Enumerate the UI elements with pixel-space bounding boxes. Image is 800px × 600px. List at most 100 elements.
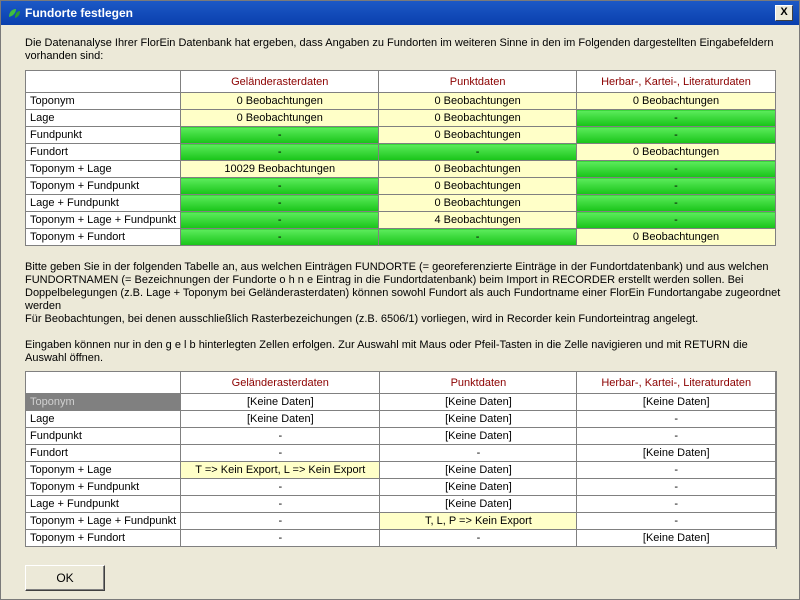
data-cell: - <box>180 211 380 229</box>
row-label[interactable]: Toponym + Fundort <box>24 529 182 547</box>
data-cell[interactable]: - <box>180 512 381 530</box>
data-cell[interactable]: - <box>180 427 381 445</box>
table-row: Lage + Fundpunkt -0 Beobachtungen - <box>24 194 777 212</box>
editable-cell[interactable]: T, L, P => Kein Export <box>379 512 578 530</box>
data-cell: 10029 Beobachtungen <box>180 160 380 178</box>
data-cell[interactable]: - <box>379 529 578 547</box>
window-title: Fundorte festlegen <box>25 6 134 20</box>
data-cell[interactable]: [Keine Daten] <box>379 461 578 479</box>
instruction-yellow-cells: Eingaben können nur in den g e l b hinte… <box>25 339 748 364</box>
column-header: Herbar-, Kartei-, Literaturdaten <box>576 371 776 394</box>
data-cell: - <box>575 126 777 144</box>
data-cell[interactable]: [Keine Daten] <box>576 444 776 462</box>
row-label: Toponym + Fundort <box>24 228 182 246</box>
data-cell[interactable]: - <box>576 461 776 479</box>
data-cell: 4 Beobachtungen <box>378 211 577 229</box>
table-row[interactable]: Toponym + Lage T => Kein Export, L => Kei… <box>24 461 776 479</box>
row-label: Toponym <box>24 92 182 110</box>
data-cell[interactable]: - <box>576 478 776 496</box>
data-cell[interactable]: - <box>180 495 381 513</box>
data-cell[interactable]: - <box>379 444 578 462</box>
column-header: Geländerasterdaten <box>180 70 380 93</box>
data-cell[interactable]: - <box>576 512 776 530</box>
table-row[interactable]: Toponym + Fundpunkt - [Keine Daten] - <box>24 478 776 496</box>
data-cell[interactable]: [Keine Daten] <box>379 478 578 496</box>
data-cell[interactable]: [Keine Daten] <box>379 393 578 411</box>
data-cell: 0 Beobachtungen <box>180 92 380 110</box>
intro-text: Die Datenanalyse Ihrer FlorEin Datenbank… <box>25 37 774 62</box>
data-cell[interactable]: - <box>576 427 776 445</box>
data-cell[interactable]: [Keine Daten] <box>379 495 578 513</box>
table-row[interactable]: Fundort - - [Keine Daten] <box>24 444 776 462</box>
row-label[interactable]: Lage <box>24 410 182 428</box>
data-cell[interactable]: [Keine Daten] <box>379 427 578 445</box>
table-row[interactable]: Lage + Fundpunkt - [Keine Daten] - <box>24 495 776 513</box>
table-row[interactable]: Toponym + Lage + Fundpunkt - T, L, P => Ke… <box>24 512 776 530</box>
title-bar: Fundorte festlegen X <box>1 1 799 25</box>
header-corner <box>24 70 182 93</box>
row-label: Fundpunkt <box>24 126 182 144</box>
table-row[interactable]: Lage [Keine Daten] [Keine Daten] - <box>24 410 776 428</box>
row-label[interactable]: Toponym <box>24 393 182 411</box>
data-cell[interactable]: - <box>180 529 381 547</box>
column-header: Punktdaten <box>378 70 577 93</box>
data-cell: 0 Beobachtungen <box>378 109 577 127</box>
close-button[interactable]: X <box>775 5 793 21</box>
row-label[interactable]: Lage + Fundpunkt <box>24 495 182 513</box>
analysis-table: Geländerasterdaten Punktdaten Herbar-, Kar… <box>24 70 777 246</box>
table-scrollbar[interactable] <box>776 371 786 549</box>
header-row: Geländerasterdaten Punktdaten Herbar-, Kar… <box>24 371 776 394</box>
table-row[interactable]: Fundpunkt - [Keine Daten] - <box>24 427 776 445</box>
data-cell: - <box>180 143 380 161</box>
data-cell[interactable]: [Keine Daten] <box>180 393 381 411</box>
data-cell[interactable]: [Keine Daten] <box>379 410 578 428</box>
table-row: Toponym + Lage 10029 Beobachtungen 0 Beoba… <box>24 160 777 178</box>
table-row: Fundort - -0 Beobachtungen <box>24 143 777 161</box>
data-cell: - <box>575 211 777 229</box>
table-row: Toponym + Fundpunkt -0 Beobachtungen - <box>24 177 777 195</box>
row-label: Toponym + Fundpunkt <box>24 177 182 195</box>
row-label[interactable]: Fundpunkt <box>24 427 182 445</box>
table-row[interactable]: Toponym + Fundort - - [Keine Daten] <box>24 529 776 547</box>
table-row[interactable]: Toponym [Keine Daten] [Keine Daten] [Keine … <box>24 393 776 411</box>
data-cell[interactable]: - <box>180 444 381 462</box>
row-label[interactable]: Toponym + Lage + Fundpunkt <box>24 512 182 530</box>
header-row: Geländerasterdaten Punktdaten Herbar-, Kar… <box>24 70 777 93</box>
data-cell: - <box>180 228 380 246</box>
data-cell: 0 Beobachtungen <box>378 194 577 212</box>
data-cell[interactable]: - <box>180 478 381 496</box>
row-label[interactable]: Toponym + Fundpunkt <box>24 478 182 496</box>
table-row: Toponym + Fundort - -0 Beobachtungen <box>24 228 777 246</box>
data-cell: - <box>575 160 777 178</box>
table-row: Toponym + Lage + Fundpunkt -4 Beobachtung… <box>24 211 777 229</box>
data-cell[interactable]: [Keine Daten] <box>576 393 776 411</box>
data-cell[interactable]: - <box>576 410 776 428</box>
row-label: Lage <box>24 109 182 127</box>
ok-button[interactable]: OK <box>25 565 105 591</box>
row-label[interactable]: Fundort <box>24 444 182 462</box>
data-cell[interactable]: [Keine Daten] <box>180 410 381 428</box>
editable-cell[interactable]: T => Kein Export, L => Kein Export <box>180 461 381 479</box>
data-cell[interactable]: [Keine Daten] <box>576 529 776 547</box>
data-cell: 0 Beobachtungen <box>378 92 577 110</box>
column-header: Geländerasterdaten <box>180 371 381 394</box>
data-cell: 0 Beobachtungen <box>180 109 380 127</box>
dialog-window: Fundorte festlegen X Die Datenanalyse Ih… <box>0 0 800 600</box>
data-cell: - <box>180 177 380 195</box>
data-cell: - <box>575 194 777 212</box>
data-cell: 0 Beobachtungen <box>575 143 777 161</box>
data-cell: 0 Beobachtungen <box>378 177 577 195</box>
data-cell: - <box>180 194 380 212</box>
export-settings-table[interactable]: Geländerasterdaten Punktdaten Herbar-, Kar… <box>24 371 776 547</box>
data-cell: - <box>378 143 577 161</box>
data-cell[interactable]: - <box>576 495 776 513</box>
instruction-raster: Für Beobachtungen, bei denen ausschließl… <box>25 313 699 325</box>
row-label[interactable]: Toponym + Lage <box>24 461 182 479</box>
data-cell: 0 Beobachtungen <box>575 92 777 110</box>
row-label: Fundort <box>24 143 182 161</box>
leaf-icon <box>9 9 20 18</box>
table-row: Lage 0 Beobachtungen 0 Beobachtungen - <box>24 109 777 127</box>
data-cell: 0 Beobachtungen <box>378 160 577 178</box>
table-row: Fundpunkt -0 Beobachtungen - <box>24 126 777 144</box>
row-label: Lage + Fundpunkt <box>24 194 182 212</box>
